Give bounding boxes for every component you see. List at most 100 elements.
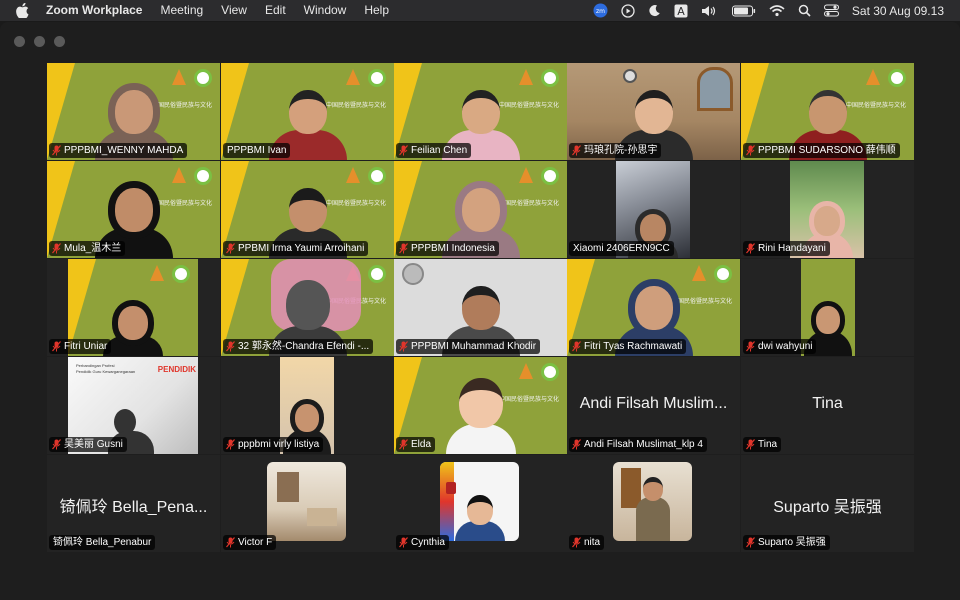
video-tile[interactable]: 中国民俗暨民族与文化 Elda <box>394 357 567 454</box>
participant-name: PPPBMI Ivan <box>223 143 291 158</box>
video-tile[interactable]: nita <box>567 455 740 552</box>
apple-icon[interactable] <box>16 3 32 19</box>
video-tile[interactable]: dwi wahyuni <box>741 259 914 356</box>
mic-muted-icon <box>399 243 408 254</box>
mic-muted-icon <box>226 341 235 352</box>
video-tile[interactable]: Cynthia <box>394 455 567 552</box>
video-tile-camera-off[interactable]: Suparto 吴振强 Suparto 吴振强 <box>741 455 914 552</box>
video-tile[interactable]: Xiaomi 2406ERN9CC <box>567 161 740 258</box>
menu-window[interactable]: Window <box>304 0 347 21</box>
participant-name: Mula_温木兰 <box>49 241 126 256</box>
menu-help[interactable]: Help <box>364 0 389 21</box>
participant-name: PPPBMI_WENNY MAHDA <box>49 143 188 158</box>
video-tile[interactable]: 中国民俗暨民族与文化 PPPBMI_WENNY MAHDA <box>47 63 220 160</box>
keyboard-a-icon[interactable]: A <box>674 0 688 21</box>
mic-muted-icon <box>226 537 235 548</box>
search-icon[interactable] <box>798 0 811 21</box>
participant-display-name: Tina <box>812 395 843 412</box>
video-tile-camera-off[interactable]: Tina Tina <box>741 357 914 454</box>
mic-muted-icon <box>399 341 408 352</box>
zoom-window-button[interactable] <box>54 36 65 47</box>
participant-name: dwi wahyuni <box>743 339 817 354</box>
mic-muted-icon <box>226 243 235 254</box>
menu-view[interactable]: View <box>221 0 247 21</box>
menu-app-name[interactable]: Zoom Workplace <box>46 0 142 21</box>
mic-muted-icon <box>52 439 61 450</box>
participant-name: Cynthia <box>396 535 449 550</box>
participant-name: Victor F <box>223 535 277 550</box>
mic-muted-icon <box>746 145 755 156</box>
video-tile[interactable]: Fitri Uniar <box>47 259 220 356</box>
slide-badge: PENDIDIK <box>157 365 196 374</box>
participant-name: PPPBMI SUDARSONO 薛伟顺 <box>743 143 900 158</box>
battery-icon[interactable] <box>731 0 756 21</box>
participant-display-name: Suparto 吴振强 <box>773 499 882 516</box>
participant-name: pppbmi virly listiya <box>223 437 324 452</box>
video-tile[interactable]: Rini Handayani <box>741 161 914 258</box>
mic-muted-icon <box>572 537 581 548</box>
participant-name: nita <box>569 535 605 550</box>
mic-muted-icon <box>746 537 755 548</box>
moon-icon[interactable] <box>648 0 661 21</box>
participant-name: Tina <box>743 437 782 452</box>
zoom-icon[interactable]: zm <box>593 0 608 21</box>
mic-muted-icon <box>399 537 408 548</box>
video-tile[interactable]: 中国民俗暨民族与文化 Fitri Tyas Rachmawati <box>567 259 740 356</box>
video-tile[interactable]: Victor F <box>221 455 394 552</box>
video-tile[interactable]: 中国民俗暨民族与文化 PPPBMI SUDARSONO 薛伟顺 <box>741 63 914 160</box>
mic-muted-icon <box>52 145 61 156</box>
participant-name: Fitri Uniar <box>49 339 112 354</box>
menu-clock[interactable]: Sat 30 Aug 09.13 <box>852 4 944 18</box>
participant-name: PPBMI Irma Yaumi Arroihani <box>223 241 369 256</box>
video-tile[interactable]: 中国民俗暨民族与文化 Mula_温木兰 <box>47 161 220 258</box>
control-center-icon[interactable] <box>823 0 839 21</box>
video-tile-camera-off[interactable]: 锜佩玲 Bella_Pena... 锜佩玲 Bella_Penabur <box>47 455 220 552</box>
menu-bar: Zoom Workplace Meeting View Edit Window … <box>0 0 960 21</box>
zoom-window: 中国民俗暨民族与文化 PPPBMI_WENNY MAHDA 中国民俗暨民族与文化… <box>0 22 960 600</box>
mic-muted-icon <box>746 341 755 352</box>
mic-muted-icon <box>746 439 755 450</box>
participant-name: 玛琅孔院-孙思宇 <box>569 143 662 158</box>
participant-name: 32 郭永然-Chandra Efendi -... <box>223 339 374 354</box>
video-tile[interactable]: Perbandingan Profesi Pendidik Guru Kewarg… <box>47 357 220 454</box>
video-tile[interactable]: 中国民俗暨民族与文化 PPPBMI Indonesia <box>394 161 567 258</box>
video-tile[interactable]: pppbmi virly listiya <box>221 357 394 454</box>
mic-muted-icon <box>572 145 581 156</box>
participant-name: Xiaomi 2406ERN9CC <box>569 241 674 256</box>
slide-caption: Perbandingan Profesi Pendidik Guru Kewarg… <box>76 363 136 374</box>
video-tile[interactable]: PPPBMI Muhammad Khodir <box>394 259 567 356</box>
play-icon[interactable] <box>621 0 635 21</box>
mic-muted-icon <box>746 243 755 254</box>
mic-muted-icon <box>52 243 61 254</box>
participant-name: Elda <box>396 437 436 452</box>
video-tile[interactable]: 中国民俗暨民族与文化 Feilian Chen <box>394 63 567 160</box>
participant-name: 吴美丽 Gusni <box>49 437 127 452</box>
participant-display-name: 锜佩玲 Bella_Pena... <box>59 499 208 516</box>
video-tile[interactable]: 中国民俗暨民族与文化 PPBMI Irma Yaumi Arroihani <box>221 161 394 258</box>
gallery-grid: 中国民俗暨民族与文化 PPPBMI_WENNY MAHDA 中国民俗暨民族与文化… <box>47 63 914 552</box>
close-window-button[interactable] <box>14 36 25 47</box>
participant-name: PPPBMI Indonesia <box>396 241 499 256</box>
mic-muted-icon <box>226 439 235 450</box>
volume-icon[interactable] <box>701 0 719 21</box>
svg-text:A: A <box>677 5 685 18</box>
menu-meeting[interactable]: Meeting <box>160 0 203 21</box>
participant-name: Andi Filsah Muslimat_klp 4 <box>569 437 707 452</box>
menu-edit[interactable]: Edit <box>265 0 286 21</box>
participant-name: Feilian Chen <box>396 143 472 158</box>
video-tile-camera-off[interactable]: Andi Filsah Muslim... Andi Filsah Muslim… <box>567 357 740 454</box>
mic-muted-icon <box>572 341 581 352</box>
video-tile-active-speaker[interactable]: 中国民俗暨民族与文化 PPPBMI Ivan <box>221 63 394 160</box>
window-controls <box>14 36 65 47</box>
participant-name: 锜佩玲 Bella_Penabur <box>49 535 156 550</box>
wifi-icon[interactable] <box>769 0 785 21</box>
mic-muted-icon <box>399 145 408 156</box>
video-tile[interactable]: 玛琅孔院-孙思宇 <box>567 63 740 160</box>
minimize-window-button[interactable] <box>34 36 45 47</box>
mic-muted-icon <box>399 439 408 450</box>
svg-text:zm: zm <box>596 8 605 15</box>
participant-name: Rini Handayani <box>743 241 830 256</box>
participant-name: Suparto 吴振强 <box>743 535 830 550</box>
mic-muted-icon <box>52 341 61 352</box>
video-tile[interactable]: 中国民俗暨民族与文化 32 郭永然-Chandra Efendi -... <box>221 259 394 356</box>
